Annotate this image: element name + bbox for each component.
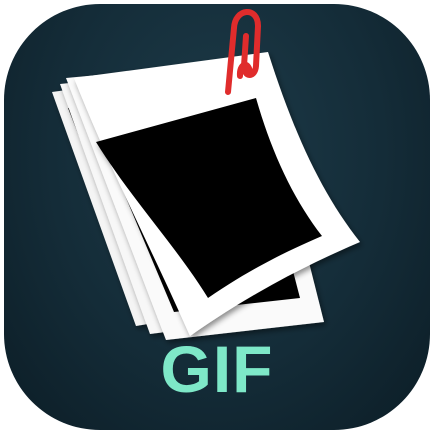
app-label: GIF bbox=[160, 332, 274, 406]
app-icon[interactable]: GIF bbox=[4, 4, 430, 430]
